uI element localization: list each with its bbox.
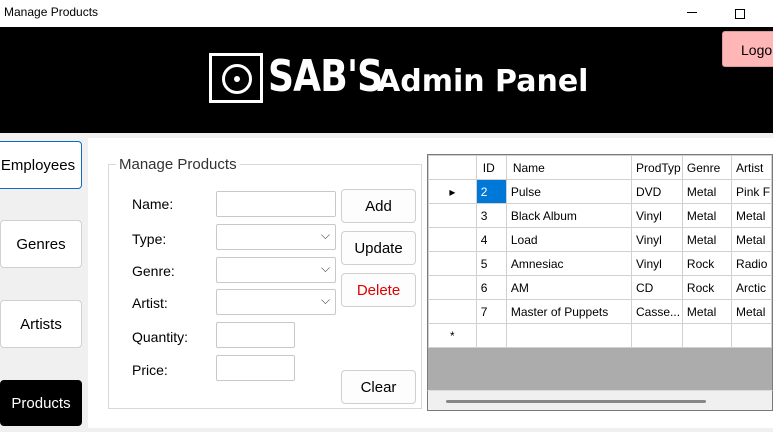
table-cell[interactable] xyxy=(681,323,733,348)
sidebar-item-products[interactable]: Products xyxy=(0,380,82,426)
quantity-input[interactable] xyxy=(216,322,295,348)
table-cell[interactable]: DVD xyxy=(631,179,683,204)
chevron-down-icon: ⌵ xyxy=(320,228,330,242)
update-button[interactable]: Update xyxy=(341,231,416,265)
table-cell[interactable]: Casse... xyxy=(631,299,683,324)
table-cell[interactable] xyxy=(505,323,633,348)
table-cell[interactable]: Vinyl xyxy=(631,227,683,252)
table-cell[interactable]: 7 xyxy=(475,299,507,324)
table-cell[interactable]: Radio xyxy=(731,251,772,276)
products-grid[interactable]: ID Name ProdTyp Genre Artist ▸ 2 Pulse D… xyxy=(427,154,773,411)
column-header-artist[interactable]: Artist xyxy=(731,155,772,180)
window-titlebar: Manage Products xyxy=(0,0,773,27)
column-header-prodtype[interactable]: ProdTyp xyxy=(631,155,683,180)
sidebar-item-artists[interactable]: Artists xyxy=(0,300,82,348)
genre-select[interactable]: ⌵ xyxy=(216,257,336,283)
table-cell[interactable]: CD xyxy=(631,275,683,300)
price-input[interactable] xyxy=(216,355,295,381)
column-header-genre[interactable]: Genre xyxy=(681,155,733,180)
table-cell[interactable]: Metal xyxy=(731,203,772,228)
row-header[interactable] xyxy=(428,275,477,300)
scrollbar-thumb[interactable] xyxy=(446,400,706,403)
column-header-name[interactable]: Name xyxy=(505,155,633,180)
horizontal-scrollbar[interactable] xyxy=(427,390,773,411)
table-cell[interactable]: Load xyxy=(505,227,633,252)
maximize-icon xyxy=(735,8,745,19)
row-header[interactable] xyxy=(428,251,477,276)
table-cell[interactable]: 5 xyxy=(475,251,507,276)
table-cell[interactable]: Pink F xyxy=(731,179,772,204)
row-header[interactable] xyxy=(428,299,477,324)
quantity-label: Quantity: xyxy=(132,329,189,345)
table-cell[interactable]: 3 xyxy=(475,203,507,228)
table-row[interactable]: 7 Master of Puppets Casse... Metal Metal xyxy=(428,299,772,324)
table-cell[interactable]: Metal xyxy=(731,299,772,324)
add-button[interactable]: Add xyxy=(341,189,416,223)
table-cell[interactable]: AM xyxy=(505,275,633,300)
current-row-indicator[interactable]: ▸ xyxy=(428,179,477,204)
table-cell[interactable]: 6 xyxy=(475,275,507,300)
products-table: ID Name ProdTyp Genre Artist ▸ 2 Pulse D… xyxy=(428,155,772,348)
table-cell[interactable] xyxy=(731,323,772,348)
table-row[interactable]: 3 Black Album Vinyl Metal Metal xyxy=(428,203,772,228)
minimize-button[interactable] xyxy=(672,0,712,27)
price-label: Price: xyxy=(132,362,168,378)
genre-label: Genre: xyxy=(132,263,175,279)
table-header-row: ID Name ProdTyp Genre Artist xyxy=(428,155,772,180)
sidebar-item-genres[interactable]: Genres xyxy=(0,220,82,268)
table-cell[interactable]: Amnesiac xyxy=(505,251,633,276)
table-cell[interactable]: Metal xyxy=(681,299,733,324)
logout-button[interactable]: Logo xyxy=(722,31,773,67)
table-cell[interactable]: 4 xyxy=(475,227,507,252)
group-title: Manage Products xyxy=(116,156,240,173)
maximize-button[interactable] xyxy=(720,0,760,27)
table-row[interactable]: 6 AM CD Rock Arctic xyxy=(428,275,772,300)
chevron-down-icon: ⌵ xyxy=(320,261,330,275)
table-cell[interactable]: Metal xyxy=(681,227,733,252)
row-header[interactable] xyxy=(428,227,477,252)
table-cell[interactable] xyxy=(475,323,507,348)
table-cell[interactable]: 2 xyxy=(475,179,507,204)
new-row[interactable]: * xyxy=(428,323,772,348)
table-cell[interactable]: Rock xyxy=(681,251,733,276)
table-cell[interactable]: Metal xyxy=(731,227,772,252)
table-row[interactable]: 4 Load Vinyl Metal Metal xyxy=(428,227,772,252)
artist-label: Artist: xyxy=(132,295,168,311)
minimize-icon xyxy=(687,11,697,13)
row-header[interactable] xyxy=(428,203,477,228)
table-cell[interactable]: Pulse xyxy=(505,179,633,204)
type-select[interactable]: ⌵ xyxy=(216,224,336,250)
table-row[interactable]: ▸ 2 Pulse DVD Metal Pink F xyxy=(428,179,772,204)
clear-button[interactable]: Clear xyxy=(341,370,416,404)
table-cell[interactable]: Metal xyxy=(681,203,733,228)
delete-button[interactable]: Delete xyxy=(341,273,416,307)
brand-name: SAB'S xyxy=(268,51,383,102)
new-row-indicator[interactable]: * xyxy=(428,323,477,348)
name-input[interactable] xyxy=(216,191,336,217)
panel-title: Admin Panel xyxy=(377,64,589,99)
table-cell[interactable]: Master of Puppets xyxy=(505,299,633,324)
type-label: Type: xyxy=(132,231,167,247)
header-banner: SAB'S Admin Panel Logo xyxy=(0,27,773,133)
disc-logo-icon xyxy=(209,53,263,103)
window-title: Manage Products xyxy=(4,5,99,19)
column-header-id[interactable]: ID xyxy=(475,155,507,180)
artist-select[interactable]: ⌵ xyxy=(216,289,336,315)
chevron-down-icon: ⌵ xyxy=(320,293,330,307)
row-header-corner xyxy=(428,155,477,180)
table-cell[interactable] xyxy=(631,323,683,348)
table-row[interactable]: 5 Amnesiac Vinyl Rock Radio xyxy=(428,251,772,276)
table-cell[interactable]: Rock xyxy=(681,275,733,300)
table-cell[interactable]: Metal xyxy=(681,179,733,204)
table-cell[interactable]: Vinyl xyxy=(631,251,683,276)
sidebar-item-employees[interactable]: Employees xyxy=(0,141,82,189)
table-cell[interactable]: Vinyl xyxy=(631,203,683,228)
name-label: Name: xyxy=(132,196,174,212)
table-cell[interactable]: Arctic xyxy=(731,275,772,300)
table-cell[interactable]: Black Album xyxy=(505,203,633,228)
